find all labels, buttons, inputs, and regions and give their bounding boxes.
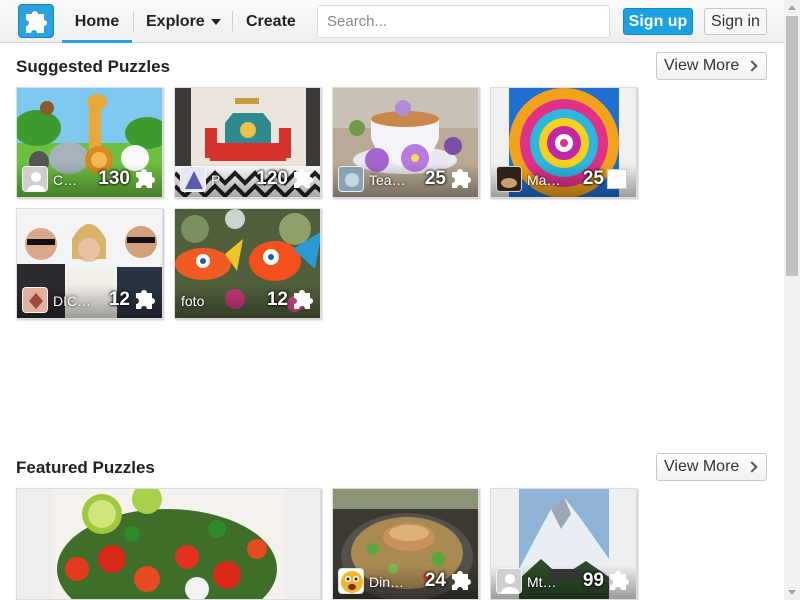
view-more-label: View More — [664, 458, 740, 475]
puzzle-piece-icon — [452, 169, 471, 188]
nav-explore-label: Explore — [146, 13, 205, 30]
nav-home[interactable]: Home — [62, 0, 132, 43]
piece-count: 24 — [424, 570, 446, 591]
user-avatar-icon — [180, 166, 206, 192]
user-avatar-icon — [496, 166, 522, 192]
piece-count: 12 — [266, 289, 288, 310]
tile-author-name: C… — [53, 172, 78, 188]
puzzle-tile[interactable]: P 120 — [174, 87, 321, 198]
puzzle-piece-icon — [610, 571, 629, 590]
nav-divider — [232, 11, 233, 32]
chevron-right-icon — [746, 60, 758, 72]
scroll-up-arrow-icon[interactable] — [788, 5, 796, 10]
piece-count: 25 — [424, 168, 446, 189]
featured-view-more-button[interactable]: View More — [656, 453, 767, 481]
puzzle-logo-icon[interactable] — [18, 4, 54, 38]
puzzle-tile[interactable]: Ma… 25 — [490, 87, 637, 198]
tile-author-name: foto — [181, 293, 205, 309]
nav-create[interactable]: Create — [246, 0, 296, 43]
nav-divider — [133, 11, 134, 32]
puzzle-piece-icon — [294, 290, 313, 309]
caret-down-icon — [210, 18, 221, 25]
tile-author-name: DIC… — [53, 293, 92, 309]
suggested-view-more-button[interactable]: View More — [656, 52, 767, 80]
puzzle-tile[interactable]: C… 130 — [16, 87, 163, 198]
nav-home-label: Home — [74, 13, 120, 30]
piece-count: 25 — [582, 168, 604, 189]
user-avatar-icon — [22, 287, 48, 313]
piece-count: 130 — [98, 168, 130, 189]
puzzle-tile[interactable]: DIC… 12 — [16, 208, 163, 319]
tile-author-name: Tea… — [369, 172, 406, 188]
user-avatar-icon — [338, 166, 364, 192]
sign-up-button[interactable]: Sign up — [623, 8, 693, 35]
puzzle-tile[interactable]: Mt… 99 — [490, 488, 637, 600]
user-avatar-icon — [22, 166, 48, 192]
user-avatar-icon — [338, 568, 364, 594]
piece-count: 12 — [108, 289, 130, 310]
piece-count: 120 — [256, 168, 288, 189]
sign-in-button[interactable]: Sign in — [704, 8, 767, 35]
tile-author-name: P — [211, 172, 221, 188]
puzzle-tile[interactable] — [16, 488, 321, 600]
tile-author-name: Din… — [369, 574, 405, 590]
puzzle-piece-icon — [136, 169, 155, 188]
puzzle-tile[interactable]: Din… 24 — [332, 488, 479, 600]
puzzle-tile[interactable]: Tea… 25 — [332, 87, 479, 198]
chevron-right-icon — [746, 461, 758, 473]
scroll-down-arrow-icon[interactable] — [788, 590, 796, 595]
square-piece-icon — [607, 169, 627, 189]
nav-create-label: Create — [246, 13, 296, 30]
puzzle-piece-icon — [136, 290, 155, 309]
top-navbar: Home Explore Create Sign up Sign in — [0, 0, 784, 43]
puzzle-thumbnail-salad — [17, 489, 320, 599]
tile-author-name: Ma… — [527, 172, 561, 188]
puzzle-tile[interactable]: foto 12 — [174, 208, 321, 319]
puzzle-piece-icon — [294, 169, 313, 188]
piece-count: 99 — [582, 570, 604, 591]
suggested-puzzles-heading: Suggested Puzzles — [16, 57, 170, 76]
nav-explore[interactable]: Explore — [146, 0, 221, 43]
view-more-label: View More — [664, 57, 740, 74]
scroll-thumb[interactable] — [786, 16, 798, 276]
search-input[interactable] — [317, 5, 610, 38]
page-scrollbar[interactable] — [784, 0, 800, 600]
puzzle-piece-icon — [452, 571, 471, 590]
tile-author-name: Mt… — [527, 574, 557, 590]
user-avatar-icon — [496, 568, 522, 594]
featured-puzzles-heading: Featured Puzzles — [16, 458, 155, 477]
